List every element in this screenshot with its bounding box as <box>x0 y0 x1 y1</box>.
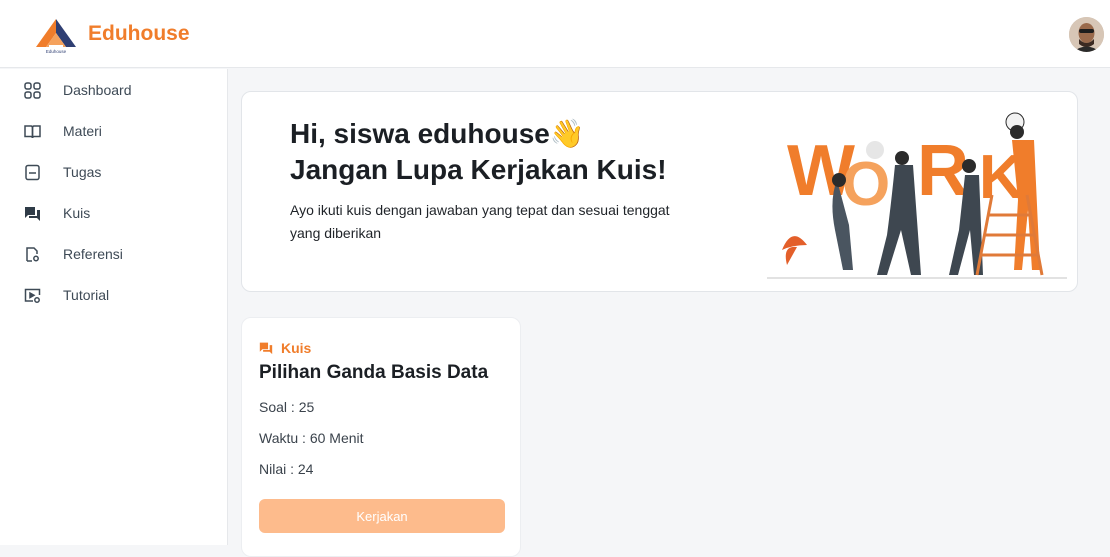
sidebar-item-materi[interactable]: Materi <box>24 116 214 146</box>
quiz-card: Kuis Pilihan Ganda Basis Data Soal : 25 … <box>241 317 521 557</box>
start-quiz-button[interactable]: Kerjakan <box>259 499 505 533</box>
quiz-type-text: Kuis <box>281 340 312 356</box>
quiz-title: Pilihan Ganda Basis Data <box>259 362 489 383</box>
quiz-duration: Waktu : 60 Menit <box>259 430 364 446</box>
clipboard-icon <box>25 164 40 180</box>
sidebar-item-kuis[interactable]: Kuis <box>24 198 214 228</box>
sidebar-item-label: Kuis <box>63 205 91 221</box>
main-content: Hi, siswa eduhouse👋 Jangan Lupa Kerjakan… <box>228 69 1110 557</box>
sidebar-item-label: Referensi <box>63 246 123 262</box>
video-gear-icon <box>24 288 41 303</box>
sidebar-item-label: Tutorial <box>63 287 110 303</box>
quiz-question-count: Soal : 25 <box>259 399 315 415</box>
teamwork-illustration: W O R K <box>767 112 1067 279</box>
sidebar-item-tutorial[interactable]: Tutorial <box>24 280 214 310</box>
chat-bubbles-icon <box>25 206 40 221</box>
sidebar-item-referensi[interactable]: Referensi <box>24 239 214 269</box>
sidebar-item-dashboard[interactable]: Dashboard <box>24 75 214 105</box>
sidebar-item-label: Tugas <box>63 164 102 180</box>
top-bar: Eduhouse Eduhouse <box>0 0 1110 68</box>
waving-hand-icon: 👋 <box>549 118 585 149</box>
sidebar-item-label: Dashboard <box>63 82 132 98</box>
hero-description: Ayo ikuti kuis dengan jawaban yang tepat… <box>290 202 670 241</box>
welcome-banner: Hi, siswa eduhouse👋 Jangan Lupa Kerjakan… <box>241 91 1078 292</box>
brand-name[interactable]: Eduhouse <box>88 22 190 46</box>
sidebar-item-label: Materi <box>63 123 102 139</box>
grid-icon <box>24 81 41 99</box>
hero-headline: Jangan Lupa Kerjakan Kuis! <box>290 154 667 185</box>
eduhouse-logo[interactable]: Eduhouse <box>34 15 78 55</box>
greeting-text: Hi, siswa eduhouse <box>290 118 550 149</box>
illustration-letter-r: R <box>917 131 969 211</box>
quiz-type-label: Kuis <box>259 340 311 356</box>
illustration-letter-o: O <box>842 150 890 219</box>
chat-bubbles-icon <box>259 342 273 355</box>
hero-title: Hi, siswa eduhouse👋 Jangan Lupa Kerjakan… <box>290 116 667 188</box>
logo-caption: Eduhouse <box>46 49 67 54</box>
document-gear-icon <box>26 246 39 262</box>
sidebar: Dashboard Materi Tugas Kuis Referensi Tu… <box>0 69 228 545</box>
quiz-score: Nilai : 24 <box>259 461 314 477</box>
sidebar-item-tugas[interactable]: Tugas <box>24 157 214 187</box>
book-open-icon <box>24 124 41 138</box>
user-avatar[interactable] <box>1069 17 1104 52</box>
